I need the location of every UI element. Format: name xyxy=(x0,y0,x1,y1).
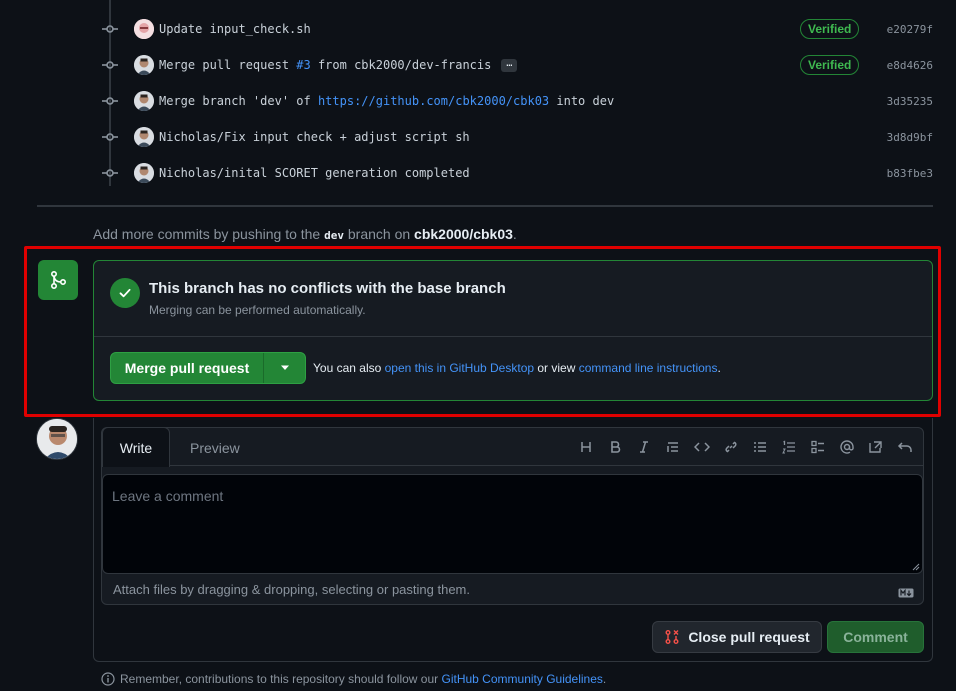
repo-url-link[interactable]: https://github.com/cbk2000/cbk03 xyxy=(318,94,549,108)
footer-prefix: Remember, contributions to this reposito… xyxy=(120,672,442,686)
commit-message[interactable]: Merge branch 'dev' of https://github.com… xyxy=(159,94,614,108)
merge-alt-middle: or view xyxy=(534,361,579,375)
italic-icon[interactable] xyxy=(629,436,658,458)
code-icon[interactable] xyxy=(687,436,716,458)
commit-row: Merge branch 'dev' of https://github.com… xyxy=(0,83,956,119)
commit-row: Nicholas/inital SCORET generation comple… xyxy=(0,155,956,191)
commit-row: Update input_check.sh Verified e20279f xyxy=(0,11,956,47)
git-commit-icon xyxy=(102,129,118,145)
open-in-desktop-link[interactable]: open this in GitHub Desktop xyxy=(385,361,534,375)
commit-row: Nicholas/Fix input check + adjust script… xyxy=(0,119,956,155)
editor-tabbar: Write Preview xyxy=(102,427,923,467)
markdown-toolbar xyxy=(571,436,919,458)
avatar[interactable] xyxy=(134,163,154,183)
markdown-icon[interactable] xyxy=(898,585,914,601)
git-commit-icon xyxy=(102,57,118,73)
commit-row: Merge pull request #3 from cbk2000/dev-f… xyxy=(0,47,956,83)
avatar[interactable] xyxy=(134,19,154,39)
heading-icon[interactable] xyxy=(571,436,600,458)
merge-status: This branch has no conflicts with the ba… xyxy=(94,261,932,337)
commit-message[interactable]: Update input_check.sh xyxy=(159,22,311,36)
expand-ellipsis-button[interactable]: … xyxy=(501,59,518,72)
repo-name: cbk2000/cbk03 xyxy=(414,226,513,242)
quote-icon[interactable] xyxy=(658,436,687,458)
merge-alternatives: You can also open this in GitHub Desktop… xyxy=(313,361,721,375)
close-pull-request-label: Close pull request xyxy=(688,629,810,645)
commit-message[interactable]: Nicholas/Fix input check + adjust script… xyxy=(159,130,470,144)
footer-suffix: . xyxy=(602,672,607,686)
merge-pull-request-button-group: Merge pull request xyxy=(110,352,306,384)
git-commit-icon xyxy=(102,93,118,109)
comment-button[interactable]: Comment xyxy=(827,621,924,653)
community-guidelines-note: Remember, contributions to this reposito… xyxy=(101,672,606,686)
commit-message[interactable]: Nicholas/inital SCORET generation comple… xyxy=(159,166,470,180)
tab-preview[interactable]: Preview xyxy=(190,440,240,456)
commit-message-suffix: from cbk2000/dev-francis xyxy=(310,58,492,72)
resize-handle-icon[interactable] xyxy=(912,563,920,571)
avatar[interactable] xyxy=(134,91,154,111)
close-pull-request-button[interactable]: Close pull request xyxy=(652,621,822,653)
tab-write[interactable]: Write xyxy=(102,427,170,467)
attach-files-hint[interactable]: Attach files by dragging & dropping, sel… xyxy=(113,582,470,597)
git-commit-icon xyxy=(102,165,118,181)
info-icon xyxy=(101,672,115,686)
add-more-commits-note: Add more commits by pushing to the dev b… xyxy=(93,226,517,242)
undo-icon[interactable] xyxy=(890,436,919,458)
git-commit-icon xyxy=(102,21,118,37)
commit-sha[interactable]: 3d8d9bf xyxy=(887,131,933,144)
merge-alt-prefix: You can also xyxy=(313,361,385,375)
commit-sha[interactable]: b83fbe3 xyxy=(887,167,933,180)
verified-badge[interactable]: Verified xyxy=(800,55,860,75)
reference-icon[interactable] xyxy=(861,436,890,458)
merge-status-title: This branch has no conflicts with the ba… xyxy=(149,280,506,297)
git-pull-request-closed-icon xyxy=(665,630,679,644)
mention-icon[interactable] xyxy=(832,436,861,458)
unordered-list-icon[interactable] xyxy=(745,436,774,458)
merge-pull-request-button[interactable]: Merge pull request xyxy=(111,353,264,383)
ordered-list-icon[interactable] xyxy=(774,436,803,458)
pr-link[interactable]: #3 xyxy=(296,58,310,72)
commit-sha[interactable]: e8d4626 xyxy=(887,59,933,72)
avatar[interactable] xyxy=(134,55,154,75)
add-more-middle: branch on xyxy=(343,226,415,242)
community-guidelines-link[interactable]: GitHub Community Guidelines xyxy=(442,672,603,686)
add-more-prefix: Add more commits by pushing to the xyxy=(93,226,325,242)
merge-status-subtitle: Merging can be performed automatically. xyxy=(149,303,366,317)
merge-options-dropdown[interactable] xyxy=(264,353,305,383)
commit-message-prefix: Merge pull request xyxy=(159,58,297,72)
commit-message-suffix: into dev xyxy=(549,94,615,108)
avatar[interactable] xyxy=(36,418,78,460)
triangle-down-icon xyxy=(280,365,289,370)
merge-alt-suffix: . xyxy=(717,361,721,375)
bold-icon[interactable] xyxy=(600,436,629,458)
commit-message[interactable]: Merge pull request #3 from cbk2000/dev-f… xyxy=(159,58,518,72)
link-icon[interactable] xyxy=(716,436,745,458)
task-list-icon[interactable] xyxy=(803,436,832,458)
verified-badge[interactable]: Verified xyxy=(800,19,860,39)
git-merge-icon xyxy=(38,260,78,300)
branch-name: dev xyxy=(324,229,344,242)
check-icon xyxy=(110,278,140,308)
comment-placeholder: Leave a comment xyxy=(112,488,224,504)
commit-message-prefix: Merge branch 'dev' of xyxy=(159,94,318,108)
add-more-suffix: . xyxy=(512,226,517,242)
timeline-divider xyxy=(37,205,933,207)
command-line-instructions-link[interactable]: command line instructions xyxy=(579,361,718,375)
comment-editor: Write Preview Leave a comment Attach fil… xyxy=(101,427,924,605)
avatar[interactable] xyxy=(134,127,154,147)
comment-textarea[interactable]: Leave a comment xyxy=(102,474,923,574)
commit-sha[interactable]: 3d35235 xyxy=(887,95,933,108)
commit-sha[interactable]: e20279f xyxy=(887,23,933,36)
